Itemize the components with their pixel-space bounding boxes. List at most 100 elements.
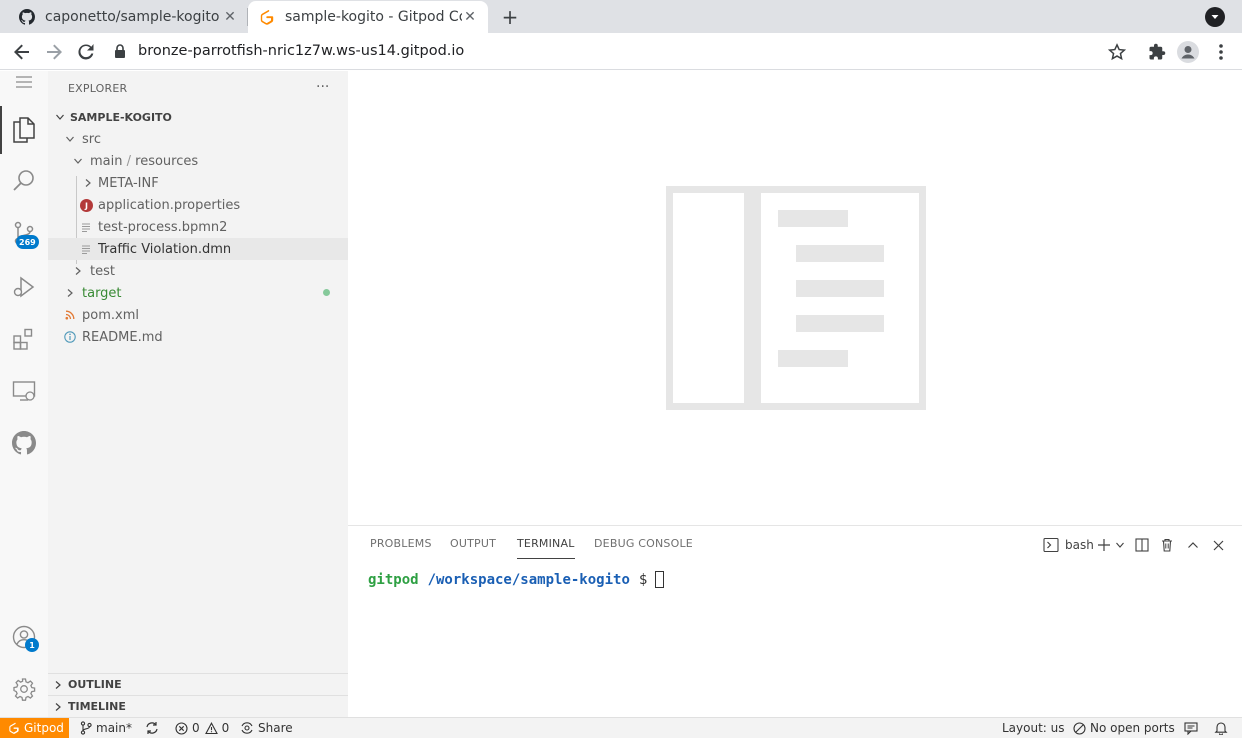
browser-tab-bar: caponetto/sample-kogito ✕ sample-kogito … bbox=[0, 0, 1242, 33]
tree-item-target[interactable]: target bbox=[48, 282, 348, 304]
editor-area[interactable] bbox=[348, 71, 1242, 525]
svg-text:J: J bbox=[84, 201, 88, 210]
chevron-right-icon bbox=[62, 288, 78, 298]
tree-item-meta-inf[interactable]: META-INF bbox=[48, 172, 348, 194]
url-text: bronze-parrotfish-nric1z7w.ws-us14.gitpo… bbox=[138, 43, 465, 59]
chevron-down-icon bbox=[62, 134, 78, 144]
explorer-view-button[interactable] bbox=[0, 106, 48, 154]
browser-tab-title: caponetto/sample-kogito bbox=[45, 9, 220, 25]
hamburger-icon bbox=[16, 76, 32, 88]
accounts-badge: 1 bbox=[25, 638, 39, 652]
outline-label: OUTLINE bbox=[68, 678, 122, 691]
back-button[interactable] bbox=[9, 39, 35, 65]
terminal-shell-selector[interactable]: bash bbox=[1043, 535, 1094, 555]
browser-tab-gitpod[interactable]: sample-kogito - Gitpod Co ✕ bbox=[248, 1, 488, 33]
git-branch-icon bbox=[80, 721, 92, 735]
search-view-button[interactable] bbox=[0, 157, 48, 205]
tree-item-pom-xml[interactable]: pom.xml bbox=[48, 304, 348, 326]
run-debug-view-button[interactable] bbox=[0, 263, 48, 311]
feedback-button[interactable] bbox=[1184, 718, 1202, 738]
project-folder-header[interactable]: SAMPLE-KOGITO bbox=[48, 106, 348, 128]
source-control-view-button[interactable]: 269 bbox=[0, 209, 48, 257]
chevron-up-icon bbox=[1188, 542, 1198, 548]
sync-button[interactable] bbox=[145, 718, 163, 738]
manage-button[interactable] bbox=[0, 665, 48, 713]
problems-status-button[interactable]: 0 0 bbox=[175, 718, 229, 738]
branch-name: main* bbox=[96, 721, 132, 735]
extensions-button[interactable] bbox=[1144, 39, 1170, 65]
lock-icon bbox=[114, 44, 126, 58]
chevron-right-icon bbox=[70, 266, 86, 276]
menu-button[interactable] bbox=[0, 64, 48, 100]
split-terminal-button[interactable] bbox=[1135, 535, 1149, 555]
remote-explorer-view-button[interactable] bbox=[0, 367, 48, 415]
split-icon bbox=[1135, 538, 1149, 552]
profile-button[interactable] bbox=[1175, 39, 1201, 65]
run-debug-icon bbox=[13, 276, 35, 298]
share-button[interactable]: Share bbox=[240, 718, 293, 738]
notifications-button[interactable] bbox=[1214, 718, 1232, 738]
chevron-down-icon bbox=[70, 156, 86, 166]
tab-debug-console[interactable]: DEBUG CONSOLE bbox=[594, 537, 693, 559]
no-entry-icon bbox=[1073, 721, 1086, 735]
new-tab-button[interactable]: + bbox=[498, 5, 522, 29]
gitpod-status-button[interactable]: Gitpod bbox=[0, 718, 69, 738]
tree-item-label: META-INF bbox=[98, 175, 159, 191]
keyboard-layout-button[interactable]: Layout: us bbox=[1002, 718, 1065, 738]
close-tab-icon[interactable]: ✕ bbox=[222, 9, 238, 25]
editor-watermark-icon bbox=[666, 186, 926, 410]
arrow-left-icon bbox=[14, 44, 29, 60]
close-tab-icon[interactable]: ✕ bbox=[462, 9, 478, 25]
explorer-header: EXPLORER bbox=[68, 82, 128, 95]
status-bar: Gitpod main* 0 0 Share Layout: us No ope… bbox=[0, 717, 1242, 738]
outline-section-header[interactable]: OUTLINE bbox=[48, 673, 348, 695]
tab-terminal[interactable]: TERMINAL bbox=[517, 537, 575, 559]
timeline-section-header[interactable]: TIMELINE bbox=[48, 695, 348, 717]
tree-item-traffic-violation-dmn[interactable]: Traffic Violation.dmn bbox=[48, 238, 348, 260]
kill-terminal-button[interactable] bbox=[1160, 535, 1174, 555]
accounts-button[interactable]: 1 bbox=[0, 613, 48, 661]
forward-button[interactable] bbox=[41, 39, 67, 65]
tree-item-main-resources[interactable]: main / resources bbox=[48, 150, 348, 172]
tab-problems[interactable]: PROBLEMS bbox=[370, 537, 432, 559]
share-label: Share bbox=[258, 721, 293, 735]
tab-output[interactable]: OUTPUT bbox=[450, 537, 496, 559]
github-icon bbox=[18, 8, 36, 26]
maximize-panel-button[interactable] bbox=[1187, 535, 1199, 555]
puzzle-icon bbox=[1149, 43, 1166, 60]
tree-item-label: README.md bbox=[82, 329, 163, 345]
new-terminal-button[interactable] bbox=[1097, 535, 1125, 555]
tree-item-label: src bbox=[82, 131, 101, 147]
tree-item-label: test-process.bpmn2 bbox=[98, 219, 228, 235]
timeline-label: TIMELINE bbox=[68, 700, 126, 713]
tree-item-readme-md[interactable]: README.md bbox=[48, 326, 348, 348]
tree-item-test[interactable]: test bbox=[48, 260, 348, 282]
extensions-view-button[interactable] bbox=[0, 315, 48, 363]
gear-icon bbox=[13, 678, 36, 701]
terminal-prompt-line[interactable]: gitpod /workspace/sample-kogito $ bbox=[368, 571, 665, 588]
more-actions-icon[interactable]: ··· bbox=[316, 79, 329, 95]
tree-item-src[interactable]: src bbox=[48, 128, 348, 150]
tab-search-button[interactable] bbox=[1205, 7, 1225, 27]
bookmark-star-button[interactable] bbox=[1104, 39, 1130, 65]
files-icon bbox=[13, 117, 35, 143]
browser-tab-github[interactable]: caponetto/sample-kogito ✕ bbox=[8, 1, 248, 33]
reload-button[interactable] bbox=[73, 39, 99, 65]
close-panel-button[interactable] bbox=[1213, 535, 1224, 555]
chevron-right-icon bbox=[80, 178, 96, 188]
info-icon bbox=[62, 329, 78, 345]
browser-menu-button[interactable] bbox=[1208, 39, 1234, 65]
address-bar[interactable]: bronze-parrotfish-nric1z7w.ws-us14.gitpo… bbox=[114, 37, 1094, 65]
tree-item-test-process-bpmn2[interactable]: test-process.bpmn2 bbox=[48, 216, 348, 238]
tree-item-label: main bbox=[90, 153, 123, 169]
rss-icon bbox=[62, 307, 78, 323]
github-view-button[interactable] bbox=[0, 419, 48, 467]
explorer-sidebar: EXPLORER ··· SAMPLE-KOGITO src main / re… bbox=[48, 71, 348, 717]
ports-status-button[interactable]: No open ports bbox=[1073, 718, 1175, 738]
branch-status-button[interactable]: main* bbox=[80, 718, 132, 738]
tree-item-application-properties[interactable]: J application.properties bbox=[48, 194, 348, 216]
tree-item-label: resources bbox=[135, 153, 199, 169]
shell-name: bash bbox=[1065, 538, 1094, 552]
file-lines-icon bbox=[78, 219, 94, 235]
remote-explorer-icon bbox=[12, 381, 36, 401]
